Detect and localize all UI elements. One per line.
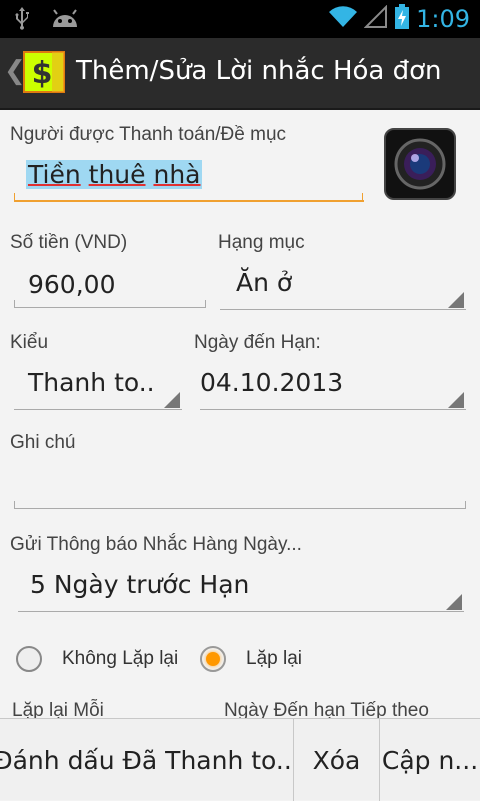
category-spinner[interactable]: Ăn ở: [220, 260, 466, 310]
payee-edge-right: [362, 193, 363, 201]
no-repeat-radio[interactable]: [16, 646, 42, 672]
type-underline: [14, 409, 182, 410]
category-value: Ăn ở: [236, 268, 293, 297]
type-label: Kiểu: [10, 332, 49, 353]
payee-underline: [14, 200, 364, 202]
due-date-value: 04.10.2013: [200, 368, 344, 397]
app-logo-symbol: $: [32, 56, 53, 91]
payee-value: Tiền thuê nhà: [26, 160, 203, 189]
no-repeat-radio-option[interactable]: Không Lặp lại: [16, 644, 196, 674]
next-due-label: Ngày Đến hạn Tiếp theo: [224, 700, 429, 718]
android-debug-icon: [50, 5, 80, 35]
payee-edge-left: [14, 193, 15, 201]
clock: 1:09: [416, 5, 470, 33]
notes-underline: [14, 508, 466, 509]
repeat-every-label: Lặp lại Mỗi: [12, 700, 104, 718]
amount-edge-right: [205, 300, 206, 308]
type-spinner[interactable]: Thanh to..: [14, 360, 182, 410]
notify-underline: [18, 611, 464, 612]
notify-label: Gửi Thông báo Nhắc Hàng Ngày...: [10, 534, 302, 555]
due-date-label: Ngày đến Hạn:: [194, 332, 321, 353]
notes-label: Ghi chú: [10, 432, 76, 453]
dropdown-triangle-icon: [448, 392, 464, 408]
camera-lens-icon: [394, 138, 446, 190]
action-bar: ❮ $ Thêm/Sửa Lời nhắc Hóa đơn: [0, 38, 480, 110]
status-bar: 1:09: [0, 0, 480, 38]
repeat-radio-option[interactable]: Lặp lại: [200, 644, 340, 674]
payee-word: nhà: [153, 160, 201, 189]
dropdown-triangle-icon: [446, 594, 462, 610]
update-button[interactable]: Cập n...: [380, 719, 480, 801]
wifi-icon: [328, 5, 358, 33]
payee-label: Người được Thanh toán/Đề mục: [10, 124, 287, 145]
payee-word: Tiền: [28, 160, 81, 189]
due-date-underline: [200, 409, 466, 410]
bill-reminder-form: Người được Thanh toán/Đề mục Tiền thuê n…: [0, 110, 480, 718]
notify-value: 5 Ngày trước Hạn: [30, 570, 250, 599]
amount-input[interactable]: 960,00: [14, 262, 206, 310]
page-title: Thêm/Sửa Lời nhắc Hóa đơn: [76, 56, 442, 86]
battery-charging-icon: [394, 4, 410, 34]
signal-icon: [363, 4, 388, 33]
no-repeat-label: Không Lặp lại: [62, 648, 179, 669]
payee-input[interactable]: Tiền thuê nhà: [14, 154, 364, 204]
dropdown-triangle-icon: [448, 292, 464, 308]
app-logo-icon[interactable]: $: [22, 50, 66, 94]
repeat-label: Lặp lại: [246, 648, 302, 669]
camera-button[interactable]: [384, 128, 456, 200]
category-label: Hạng mục: [218, 232, 305, 253]
payee-word: thuê: [88, 160, 146, 189]
notify-spinner[interactable]: 5 Ngày trước Hạn: [18, 562, 464, 612]
amount-value: 960,00: [28, 270, 116, 299]
delete-button[interactable]: Xóa: [294, 719, 380, 801]
notes-input[interactable]: [14, 460, 466, 510]
amount-label: Số tiền (VND): [10, 232, 128, 253]
amount-edge-left: [14, 300, 15, 308]
type-value: Thanh to..: [28, 368, 155, 397]
repeat-radio[interactable]: [200, 646, 226, 672]
usb-icon: [14, 6, 30, 36]
notes-edge-left: [14, 501, 15, 509]
category-underline: [220, 309, 466, 310]
notes-edge-right: [465, 501, 466, 509]
dropdown-triangle-icon: [164, 392, 180, 408]
mark-paid-button[interactable]: Đánh dấu Đã Thanh to...: [0, 719, 294, 801]
amount-underline: [14, 307, 206, 308]
due-date-spinner[interactable]: 04.10.2013: [200, 360, 466, 410]
bottom-action-bar: Đánh dấu Đã Thanh to... Xóa Cập n...: [0, 718, 480, 801]
